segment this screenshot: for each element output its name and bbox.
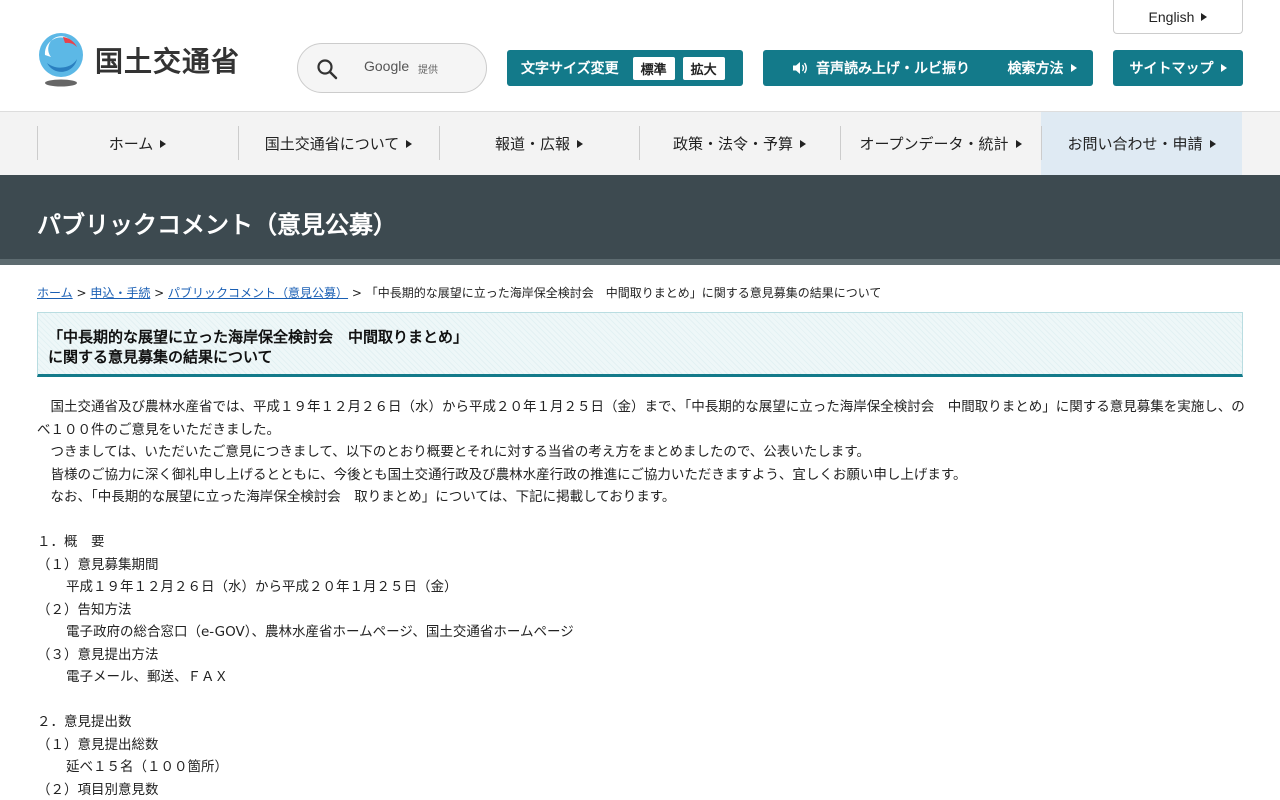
nav-divider	[238, 126, 239, 160]
nav-item-label: お問い合わせ・申請	[1067, 135, 1203, 153]
nav-divider	[840, 126, 841, 160]
global-nav: ホーム 国土交通省について 報道・広報 政策・法令・予算 オープンデータ・統計 …	[0, 112, 1280, 175]
nav-divider	[1041, 126, 1042, 160]
search-howto-button[interactable]: 検索方法	[991, 50, 1093, 86]
section-1-2-value: 電子政府の総合窓口（e-GOV）、農林水産省ホームページ、国土交通省ホームページ	[66, 624, 574, 640]
breadcrumb-pubcom[interactable]: パブリックコメント（意見公募）	[168, 286, 348, 300]
arrow-right-icon	[160, 139, 167, 148]
nav-item-opendata[interactable]: オープンデータ・統計	[840, 112, 1041, 175]
font-size-large-button[interactable]: 拡大	[682, 56, 725, 80]
arrow-right-icon	[1015, 139, 1022, 148]
section-2-title: ２．意見提出数	[37, 714, 132, 730]
arrow-right-icon	[1220, 64, 1227, 72]
arrow-right-icon	[577, 139, 583, 148]
section-2-2-title: （２）項目別意見数	[37, 781, 159, 798]
nav-item-label: 政策・法令・予算	[672, 135, 793, 153]
nav-divider	[37, 126, 38, 160]
speaker-icon	[793, 62, 807, 74]
nav-item-label: 報道・広報	[494, 135, 570, 153]
search-icon[interactable]	[316, 58, 338, 80]
arrow-right-icon	[1070, 64, 1077, 72]
voice-ruby-button[interactable]: 音声読み上げ・ルビ振り	[763, 50, 999, 86]
site-header: 国土交通省 Google 提供 English 文字サイズ変更 標準 拡大 音声…	[0, 0, 1280, 112]
section-1-title: １．概 要	[37, 534, 105, 550]
arrow-right-icon	[1209, 139, 1216, 148]
note-paragraph: なお、「中長期的な展望に立った海岸保全検討会 取りまとめ」については、下記に掲載…	[37, 489, 676, 505]
font-size-control: 文字サイズ変更 標準 拡大	[507, 50, 743, 86]
sitemap-button[interactable]: サイトマップ	[1113, 50, 1243, 86]
section-title: パブリックコメント（意見公募）	[37, 211, 397, 239]
arrow-right-icon	[800, 139, 806, 148]
nav-divider	[639, 126, 640, 160]
nav-item-press[interactable]: 報道・広報	[439, 112, 639, 175]
intro-paragraph: 国土交通省及び農林水産省では、平成１９年１２月２６日（水）から平成２０年１月２５…	[37, 399, 1245, 438]
section-1-3-title: （３）意見提出方法	[37, 646, 159, 663]
site-name: 国土交通省	[95, 45, 241, 78]
breadcrumb: ホーム > 申込・手続 > パブリックコメント（意見公募） > 「中長期的な展望…	[37, 284, 881, 301]
site-logo[interactable]: 国土交通省	[37, 33, 240, 87]
section-2-1-title: （１）意見提出総数	[37, 736, 159, 753]
voice-ruby-label: 音声読み上げ・ルビ振り	[816, 61, 970, 77]
section-1-1-value: 平成１９年１２月２６日（水）から平成２０年１月２５日（金）	[66, 579, 458, 595]
nav-divider	[439, 126, 440, 160]
page-heading: 「中長期的な展望に立った海岸保全検討会 中間取りまとめ」 に関する意見募集の結果…	[37, 312, 1243, 377]
thanks-paragraph: 皆様のご協力に深く御礼申し上げるとともに、今後とも国土交通行政及び農林水産行政の…	[37, 466, 967, 483]
breadcrumb-separator: >	[72, 286, 91, 300]
sitemap-label: サイトマップ	[1129, 61, 1214, 77]
section-2-1-value: 延べ１５名（１００箇所）	[66, 759, 228, 775]
font-size-label: 文字サイズ変更	[521, 61, 619, 77]
arrow-right-icon	[1201, 12, 1208, 21]
page-heading-line2: に関する意見募集の結果について	[48, 348, 273, 366]
english-button[interactable]: English	[1113, 0, 1243, 34]
section-1-1-title: （１）意見募集期間	[37, 556, 159, 573]
breadcrumb-home[interactable]: ホーム	[37, 286, 73, 300]
page-heading-line1: 「中長期的な展望に立った海岸保全検討会 中間取りまとめ」	[48, 328, 469, 346]
nav-item-home[interactable]: ホーム	[37, 112, 238, 175]
font-size-standard-button[interactable]: 標準	[632, 56, 675, 80]
nav-item-policy[interactable]: 政策・法令・予算	[639, 112, 840, 175]
publication-paragraph: つきましては、いただいたご意見につきまして、以下のとおり概要とそれに対する当省の…	[37, 444, 870, 460]
section-1-2-title: （２）告知方法	[37, 601, 132, 618]
breadcrumb-separator: >	[150, 286, 169, 300]
breadcrumb-separator: >	[348, 286, 366, 300]
nav-item-contact[interactable]: お問い合わせ・申請	[1041, 112, 1242, 175]
nav-item-label: ホーム	[108, 135, 154, 153]
breadcrumb-current: 「中長期的な展望に立った海岸保全検討会 中間取りまとめ」に関する意見募集の結果に…	[365, 286, 882, 300]
section-1-3-value: 電子メール、郵送、ＦＡＸ	[66, 669, 228, 685]
nav-item-about[interactable]: 国土交通省について	[238, 112, 439, 175]
search-box[interactable]: Google 提供	[297, 43, 487, 93]
search-provided-label: 提供	[418, 65, 438, 76]
mlit-logo-icon	[39, 33, 83, 87]
section-title-band: パブリックコメント（意見公募）	[0, 175, 1280, 265]
nav-item-label: オープンデータ・統計	[859, 135, 1009, 153]
main-content: 国土交通省及び農林水産省では、平成１９年１２月２６日（水）から平成２０年１月２５…	[37, 396, 1247, 800]
search-howto-label: 検索方法	[1007, 61, 1064, 77]
english-label: English	[1148, 8, 1195, 25]
nav-item-label: 国土交通省について	[264, 135, 400, 153]
arrow-right-icon	[406, 139, 413, 148]
search-google-label: Google	[364, 58, 410, 74]
breadcrumb-apply[interactable]: 申込・手続	[90, 286, 150, 300]
